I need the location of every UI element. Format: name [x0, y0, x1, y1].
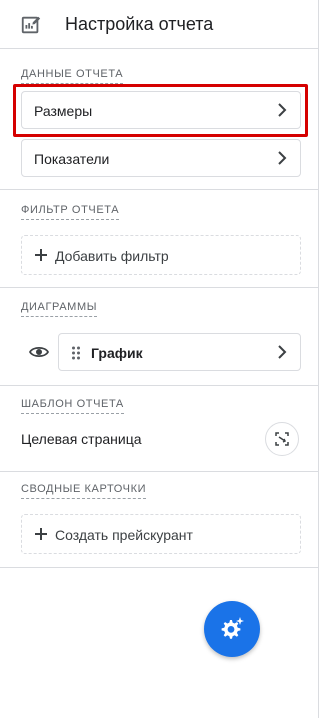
- gear-sparkle-icon: [221, 617, 244, 639]
- report-settings-panel: Настройка отчета ДАННЫЕ ОТЧЕТА Размеры П…: [0, 0, 319, 718]
- drag-handle-icon[interactable]: [71, 346, 81, 360]
- template-name: Целевая страница: [21, 431, 142, 447]
- create-card-button[interactable]: Создать прейскурант: [21, 514, 301, 554]
- create-card-label: Создать прейскурант: [55, 527, 193, 543]
- highlight-box: [13, 84, 308, 137]
- chart-label: График: [91, 345, 143, 361]
- metrics-button[interactable]: Показатели: [21, 139, 301, 177]
- plus-icon: [33, 526, 49, 542]
- edit-report-icon: [20, 14, 42, 36]
- add-filter-label: Добавить фильтр: [55, 248, 169, 264]
- chart-line-button[interactable]: График: [58, 333, 301, 371]
- chevron-right-icon: [273, 343, 291, 361]
- add-filter-button[interactable]: Добавить фильтр: [21, 235, 301, 275]
- chevron-right-icon: [273, 149, 291, 167]
- visibility-eye-icon[interactable]: [28, 345, 50, 359]
- section-label-report-template: ШАБЛОН ОТЧЕТА: [21, 398, 124, 414]
- section-label-report-filter: ФИЛЬТР ОТЧЕТА: [21, 204, 120, 220]
- metrics-label: Показатели: [34, 151, 110, 167]
- panel-title: Настройка отчета: [65, 14, 214, 34]
- section-label-report-data: ДАННЫЕ ОТЧЕТА: [21, 68, 124, 84]
- section-label-charts: ДИАГРАММЫ: [21, 301, 98, 317]
- panel-header: Настройка отчета: [0, 0, 319, 49]
- plus-icon: [33, 247, 49, 263]
- ai-settings-fab[interactable]: [204, 601, 260, 657]
- change-template-button[interactable]: [265, 422, 299, 456]
- swap-template-icon: [275, 432, 289, 446]
- section-label-summary-cards: СВОДНЫЕ КАРТОЧКИ: [21, 483, 147, 499]
